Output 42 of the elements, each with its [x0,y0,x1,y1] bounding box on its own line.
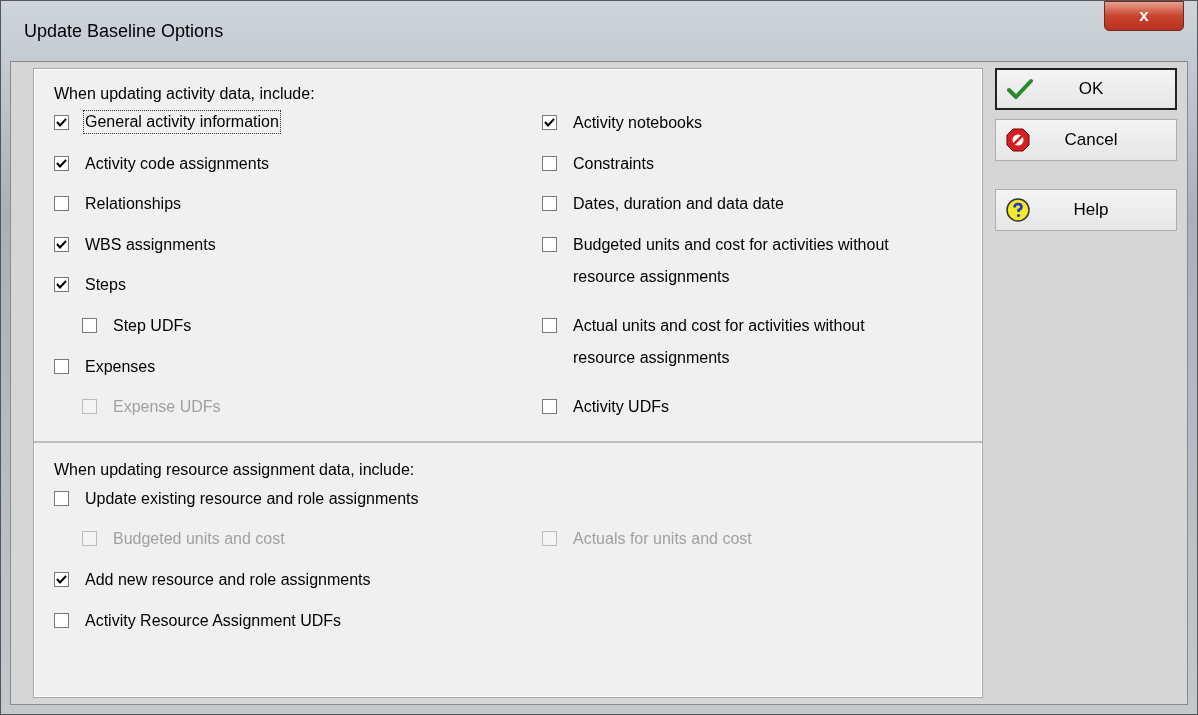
checkbox[interactable] [54,236,69,252]
checkbox-label[interactable]: Actual units and cost for activities without resource assignments [571,308,895,375]
checkbox-label[interactable]: Relationships [83,187,184,222]
checkbox[interactable] [82,317,97,333]
window-title: Update Baseline Options [24,20,224,42]
checkbox[interactable] [54,358,69,374]
checkbox[interactable] [542,398,557,414]
ok-button[interactable]: OK [995,68,1177,110]
checkbox[interactable] [542,115,557,130]
checkbox-label[interactable]: Activity code assignments [83,146,272,181]
checkbox-label[interactable]: Activity UDFs [571,389,671,424]
checkbox-label[interactable]: General activity information [83,110,281,134]
prohibition-icon [1006,128,1030,152]
help-button[interactable]: Help [995,189,1177,231]
help-icon [1006,198,1030,222]
checkbox[interactable] [54,155,69,171]
checkbox-label[interactable]: Budgeted units and cost for activities without resource assignments [571,227,895,294]
section-heading: When updating activity data, include: [54,84,316,104]
checkbox[interactable] [542,155,557,171]
checkbox-label[interactable]: Activity Resource Assignment UDFs [83,603,344,638]
checkbox-label[interactable]: Step UDFs [111,308,194,343]
checkbox[interactable] [54,115,69,130]
checkbox[interactable] [542,236,557,252]
checkbox-label[interactable]: Dates, duration and data date [571,187,786,222]
checkbox-label[interactable]: Add new resource and role assignments [83,562,373,597]
checkbox[interactable] [54,612,69,628]
checkbox[interactable] [542,317,557,333]
checkbox-label[interactable]: Constraints [571,146,656,181]
checkbox-label[interactable]: Activity notebooks [571,106,704,140]
checkbox[interactable] [542,196,557,212]
checkbox-label[interactable]: Update existing resource and role assignments [83,481,421,516]
checkbox-label[interactable]: WBS assignments [83,227,218,262]
checkbox-label[interactable]: Steps [83,268,128,303]
section-heading: When updating resource assignment data, include: [54,459,416,480]
checkbox[interactable] [54,571,69,587]
close-button[interactable]: x [1104,1,1184,31]
checkbox[interactable] [54,196,69,212]
checkmark-icon [1007,78,1033,100]
checkbox[interactable] [54,277,69,293]
cancel-button[interactable]: Cancel [995,119,1177,161]
checkbox[interactable] [54,490,69,506]
checkbox-label[interactable]: Expenses [83,349,158,384]
